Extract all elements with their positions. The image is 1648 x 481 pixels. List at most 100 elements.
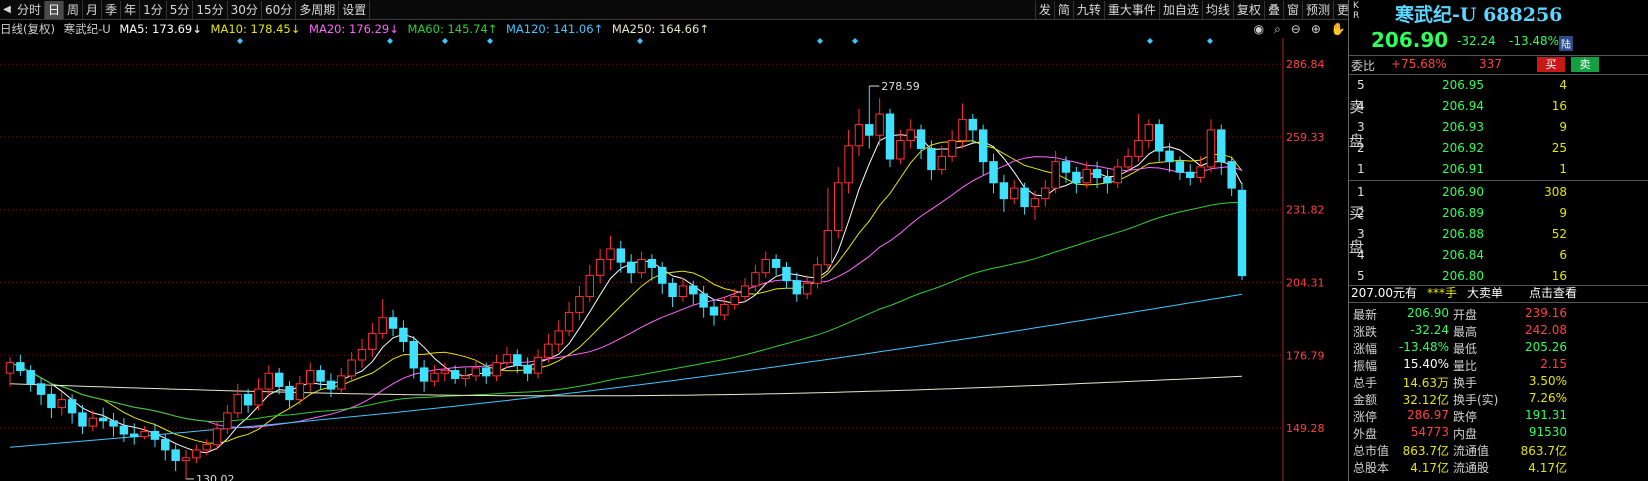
candle-up [937, 155, 946, 171]
period-button[interactable]: 季 [102, 0, 122, 19]
ma20-label: MA20: 176.29↓ [309, 22, 399, 36]
book-level: 4 [1357, 99, 1365, 113]
book-volume: 52 [1551, 227, 1567, 241]
candle-up [875, 113, 884, 136]
buy-button[interactable]: 买 [1537, 57, 1565, 72]
candle-up [1010, 187, 1019, 200]
zoom-in-icon[interactable]: ⊕ [1311, 21, 1321, 37]
book-price: 206.95 [1442, 78, 1484, 92]
asks-row[interactable]: 3 206.93 9 [1349, 117, 1648, 138]
asks-row[interactable]: 4 206.94 16 [1349, 96, 1648, 117]
function-button[interactable]: 窗 [1282, 0, 1302, 19]
book-volume: 4 [1559, 78, 1567, 92]
stat-key: 总股本 [1353, 461, 1390, 475]
stat-value: 4.17亿 [1410, 461, 1449, 475]
bids-row[interactable]: 2 206.89 9 [1349, 203, 1648, 224]
period-button[interactable]: 60分 [262, 0, 297, 19]
period-button[interactable]: 日 [45, 0, 65, 19]
candle-down [409, 340, 418, 369]
candle-down [1227, 161, 1236, 189]
candle-up [740, 285, 750, 298]
period-button[interactable]: 1分 [140, 0, 167, 19]
candle-up [378, 317, 387, 335]
candle-down [399, 327, 408, 342]
period-button[interactable]: 设置 [339, 0, 371, 19]
candle-down [999, 182, 1009, 200]
function-button[interactable]: 均线 [1201, 0, 1233, 19]
stat-value: 3.50% [1528, 374, 1567, 388]
candle-down [16, 362, 25, 372]
sell-button[interactable]: 卖 [1571, 57, 1599, 72]
stock-name-label: 寒武纪-U [63, 22, 111, 36]
candle-down [1186, 171, 1195, 179]
candle-up [1206, 129, 1216, 168]
candle-up [533, 356, 543, 374]
period-button[interactable]: 周 [64, 0, 84, 19]
low-label: 130.02 [196, 473, 235, 481]
book-level: 1 [1357, 185, 1365, 199]
big-order-row: 207.00元有 ***手 大卖单 点击查看 [1349, 283, 1648, 301]
y-tick-label: 149.28 [1286, 422, 1325, 435]
asks-row[interactable]: 2 206.92 25 [1349, 138, 1648, 159]
candle-up [347, 359, 356, 377]
function-button[interactable]: 复权 [1232, 0, 1264, 19]
candle-down [626, 261, 636, 274]
book-level: 2 [1357, 141, 1365, 155]
stat-row: 外盘 54773 内盘 91530 [1349, 424, 1648, 441]
candle-down [161, 438, 170, 451]
candle-up [1144, 124, 1154, 141]
candle-down [782, 266, 791, 282]
stat-key: 最低 [1453, 342, 1478, 356]
lu-badge: 陆 [1559, 36, 1573, 51]
period-toolbar: ◀ 分时日周月季年 1分 5分 15分 30分 60分 多周期 设置 发简九转 重大事件 加自选均… [0, 0, 1392, 20]
period-button[interactable]: 分时 [14, 0, 46, 19]
bids-row[interactable]: 4 206.84 6 [1349, 245, 1648, 266]
bids-row[interactable]: 3 206.88 52 [1349, 224, 1648, 245]
period-button[interactable]: 5分 [167, 0, 194, 19]
function-button[interactable]: 重大事件 [1103, 0, 1159, 19]
price-change: -32.24 [1457, 34, 1496, 48]
stat-value: 863.7亿 [1520, 444, 1567, 458]
search-icon[interactable]: ⌕ [1274, 21, 1281, 37]
period-button[interactable]: 30分 [228, 0, 262, 19]
kline-chart[interactable]: 286.84 259.33 231.82 204.31 176.79 149.28 278.… [0, 38, 1345, 481]
book-volume: 1 [1559, 162, 1567, 176]
function-button[interactable]: 叠 [1263, 0, 1283, 19]
candle-down [927, 147, 936, 171]
period-button[interactable]: 多周期 [296, 0, 340, 19]
prev-arrow-icon[interactable]: ◀ [0, 4, 14, 15]
asks-row[interactable]: 1 206.91 1 [1349, 159, 1648, 180]
candle-down [419, 367, 429, 382]
stat-key: 内盘 [1453, 427, 1478, 441]
period-button[interactable]: 年 [121, 0, 141, 19]
stat-key: 最新 [1353, 308, 1378, 322]
zoom-out-icon[interactable]: ⊖ [1291, 21, 1301, 37]
hand-icon[interactable]: ✋ [1331, 21, 1346, 37]
function-button[interactable]: 发 [1034, 0, 1054, 19]
candle-up [606, 248, 615, 261]
stat-value: 2.15 [1540, 357, 1567, 371]
period-button[interactable]: 15分 [193, 0, 228, 19]
candle-up [678, 285, 688, 298]
function-button[interactable]: 加自选 [1158, 0, 1202, 19]
candle-down [616, 248, 626, 263]
asks-row[interactable]: 5 206.95 4 [1349, 75, 1648, 96]
book-price: 206.94 [1442, 99, 1484, 113]
function-button[interactable]: 简 [1053, 0, 1073, 19]
bids-row[interactable]: 1 206.90 308 [1349, 182, 1648, 203]
ma5-label: MA5: 173.69↓ [119, 22, 202, 36]
candle-down [658, 266, 667, 284]
stat-row: 总手 14.63万 换手 3.50% [1349, 373, 1648, 390]
stat-key: 开盘 [1453, 308, 1478, 322]
period-button[interactable]: 月 [83, 0, 103, 19]
function-button[interactable]: 九转 [1072, 0, 1104, 19]
candle-up [57, 399, 66, 409]
big-order-link[interactable]: 点击查看 [1529, 284, 1577, 301]
candle-up [958, 118, 967, 141]
candle-up [575, 296, 584, 313]
eye-icon[interactable]: ◉ [1254, 21, 1264, 37]
function-button[interactable]: 预测 [1301, 0, 1333, 19]
ma-info-row: 日线(复权) 寒武纪-U MA5: 173.69↓ MA10: 178.45↓ … [0, 21, 1392, 37]
candle-down [243, 393, 253, 406]
stat-value: 286.97 [1407, 408, 1449, 422]
